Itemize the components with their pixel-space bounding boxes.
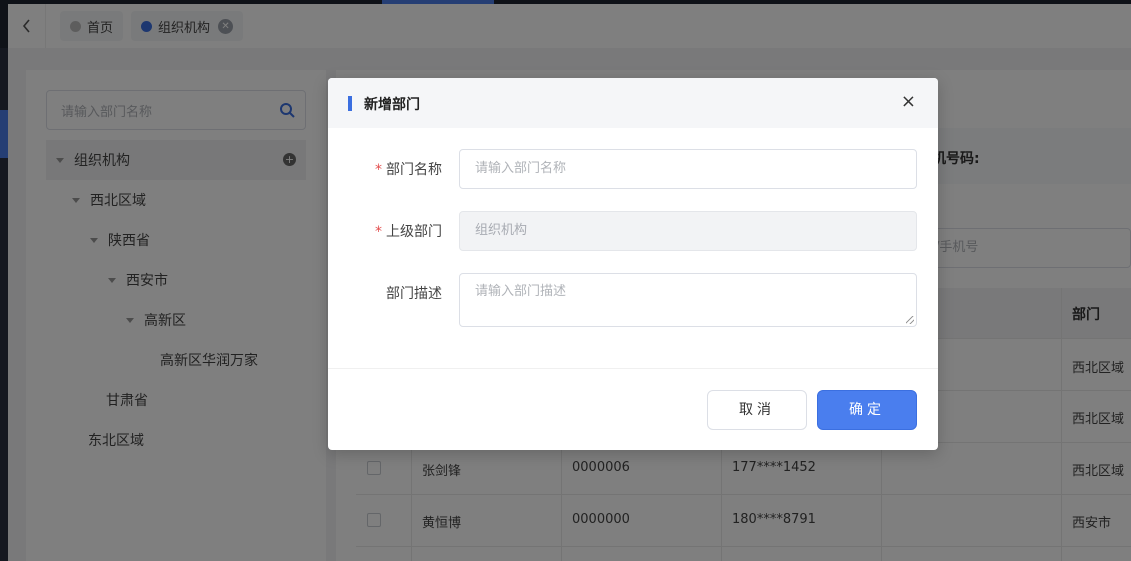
label-text: 上级部门 xyxy=(386,224,442,240)
resize-handle-icon[interactable] xyxy=(906,316,914,324)
input-placeholder: 请输入部门名称 xyxy=(475,161,567,176)
dept-name-input[interactable]: 请输入部门名称 xyxy=(459,149,917,189)
footer-divider xyxy=(328,368,938,369)
required-mark: * xyxy=(375,224,382,240)
dialog-title: 新增部门 xyxy=(364,97,420,113)
label-text: 部门名称 xyxy=(386,162,442,178)
dialog-header: 新增部门 × xyxy=(328,78,938,128)
dept-desc-textarea[interactable]: 请输入部门描述 xyxy=(459,273,917,327)
add-dept-dialog: 新增部门 × * 部门名称 请输入部门名称 * 上级部门 组织机构 部门描述 请输入… xyxy=(328,78,938,450)
dept-desc-label: 部门描述 xyxy=(386,286,442,302)
parent-dept-input: 组织机构 xyxy=(459,211,917,251)
title-accent-bar xyxy=(348,96,352,111)
input-placeholder: 请输入部门描述 xyxy=(475,284,567,299)
confirm-button[interactable]: 确定 xyxy=(817,390,917,430)
parent-dept-label: * 上级部门 xyxy=(375,221,442,241)
input-value: 组织机构 xyxy=(475,223,528,238)
close-icon[interactable]: × xyxy=(901,92,916,112)
cancel-button[interactable]: 取消 xyxy=(707,390,807,430)
required-mark: * xyxy=(375,162,382,178)
dept-name-label: * 部门名称 xyxy=(375,159,442,179)
